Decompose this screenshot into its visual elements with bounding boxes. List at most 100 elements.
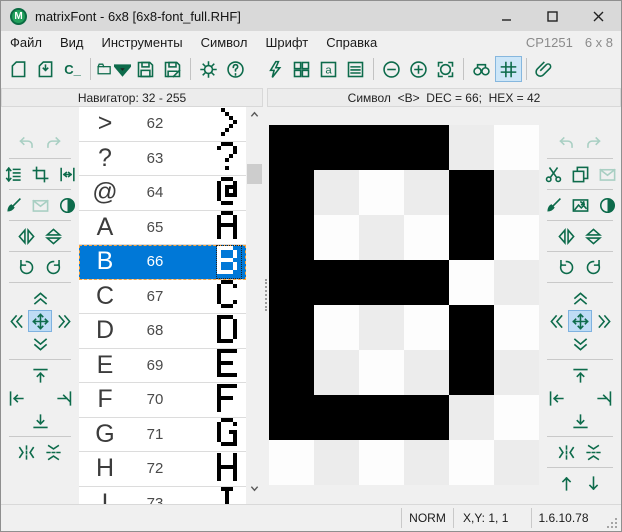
shift-up-button[interactable] <box>28 287 52 309</box>
char-row-67[interactable]: C67 <box>79 280 246 315</box>
save-button[interactable] <box>132 56 159 82</box>
pixel-cell[interactable] <box>494 305 539 350</box>
brush-button[interactable] <box>541 194 565 216</box>
char-row-68[interactable]: D68 <box>79 314 246 349</box>
rotate-ccw-button[interactable] <box>15 256 39 278</box>
char-row-65[interactable]: A65 <box>79 211 246 246</box>
pixel-cell[interactable] <box>269 440 314 485</box>
snap-bottom-button[interactable] <box>568 410 592 432</box>
row-spacing-button[interactable] <box>1 163 25 185</box>
resize-grip-icon[interactable] <box>595 505 621 532</box>
pixel-cell[interactable] <box>494 260 539 305</box>
pixel-cell[interactable] <box>449 395 494 440</box>
snap-top-button[interactable] <box>568 364 592 386</box>
pixel-grid[interactable] <box>269 125 539 485</box>
help-button[interactable] <box>222 56 249 82</box>
move-button[interactable] <box>568 310 592 332</box>
pixel-cell[interactable] <box>269 260 314 305</box>
pixel-cell[interactable] <box>314 215 359 260</box>
snap-right-button[interactable] <box>592 387 616 409</box>
pixel-cell[interactable] <box>404 395 449 440</box>
shift-down-button[interactable] <box>568 333 592 355</box>
menu-инструменты[interactable]: Инструменты <box>93 35 192 50</box>
pixel-cell[interactable] <box>359 260 404 305</box>
prev-char-button[interactable] <box>555 472 579 494</box>
pixel-cell[interactable] <box>494 350 539 395</box>
flip-vertical-button[interactable] <box>42 225 66 247</box>
pixel-cell[interactable] <box>449 215 494 260</box>
paste-button[interactable] <box>28 194 52 216</box>
crop-button[interactable] <box>28 163 52 185</box>
close-button[interactable] <box>575 1 621 31</box>
shift-left-button[interactable] <box>544 310 568 332</box>
pixel-cell[interactable] <box>314 125 359 170</box>
quick-edit-button[interactable] <box>261 56 288 82</box>
scroll-down-icon[interactable] <box>246 481 263 496</box>
char-row-64[interactable]: @64 <box>79 176 246 211</box>
menu-справка[interactable]: Справка <box>317 35 386 50</box>
paste-button[interactable] <box>595 163 619 185</box>
pixel-cell[interactable] <box>314 305 359 350</box>
center-horizontal-button[interactable] <box>15 441 39 463</box>
snap-top-button[interactable] <box>28 364 52 386</box>
char-row-70[interactable]: F70 <box>79 383 246 418</box>
flip-horizontal-button[interactable] <box>15 225 39 247</box>
pixel-cell[interactable] <box>404 440 449 485</box>
pixel-cell[interactable] <box>494 170 539 215</box>
rotate-cw-button[interactable] <box>42 256 66 278</box>
pixel-cell[interactable] <box>269 170 314 215</box>
pixel-cell[interactable] <box>269 395 314 440</box>
find-button[interactable] <box>468 56 495 82</box>
pixel-cell[interactable] <box>494 440 539 485</box>
pixel-cell[interactable] <box>449 350 494 395</box>
char-row-71[interactable]: G71 <box>79 418 246 453</box>
pixel-cell[interactable] <box>359 305 404 350</box>
redo-button[interactable] <box>42 132 66 154</box>
char-row-72[interactable]: H72 <box>79 452 246 487</box>
new-charset-button[interactable]: C_ <box>59 56 86 82</box>
char-row-63[interactable]: ?63 <box>79 142 246 177</box>
move-button[interactable] <box>28 310 52 332</box>
link-button[interactable] <box>531 56 558 82</box>
flip-vertical-button[interactable] <box>582 225 606 247</box>
copy-button[interactable] <box>568 163 592 185</box>
snap-right-button[interactable] <box>52 387 76 409</box>
grid-button[interactable] <box>495 56 522 82</box>
pixel-cell[interactable] <box>404 215 449 260</box>
undo-button[interactable] <box>15 132 39 154</box>
scroll-up-icon[interactable] <box>246 107 263 122</box>
shift-up-button[interactable] <box>568 287 592 309</box>
pixel-cell[interactable] <box>359 170 404 215</box>
pixel-cell[interactable] <box>449 440 494 485</box>
image-import-button[interactable] <box>568 194 592 216</box>
char-row-66[interactable]: B66 <box>79 245 246 280</box>
pixel-cell[interactable] <box>314 260 359 305</box>
rotate-cw-button[interactable] <box>582 256 606 278</box>
pixel-cell[interactable] <box>359 125 404 170</box>
pixel-cell[interactable] <box>269 350 314 395</box>
pixel-cell[interactable] <box>314 170 359 215</box>
pixel-cell[interactable] <box>404 350 449 395</box>
shift-down-button[interactable] <box>28 333 52 355</box>
pixel-cell[interactable] <box>494 125 539 170</box>
pixel-cell[interactable] <box>359 350 404 395</box>
minimize-button[interactable] <box>483 1 529 31</box>
flip-horizontal-button[interactable] <box>555 225 579 247</box>
undo-button[interactable] <box>555 132 579 154</box>
pixel-cell[interactable] <box>359 215 404 260</box>
pixel-cell[interactable] <box>314 395 359 440</box>
char-sample-button[interactable]: a <box>315 56 342 82</box>
zoom-out-button[interactable] <box>378 56 405 82</box>
menu-шрифт[interactable]: Шрифт <box>256 35 317 50</box>
zoom-in-button[interactable] <box>405 56 432 82</box>
open-folder-button[interactable] <box>95 56 132 82</box>
shift-right-button[interactable] <box>592 310 616 332</box>
cut-button[interactable] <box>541 163 565 185</box>
pixel-cell[interactable] <box>494 395 539 440</box>
snap-left-button[interactable] <box>544 387 568 409</box>
pixel-cell[interactable] <box>404 260 449 305</box>
pixel-cell[interactable] <box>359 440 404 485</box>
snap-bottom-button[interactable] <box>28 410 52 432</box>
char-row-73[interactable]: I73 <box>79 487 246 505</box>
pixel-cell[interactable] <box>269 215 314 260</box>
